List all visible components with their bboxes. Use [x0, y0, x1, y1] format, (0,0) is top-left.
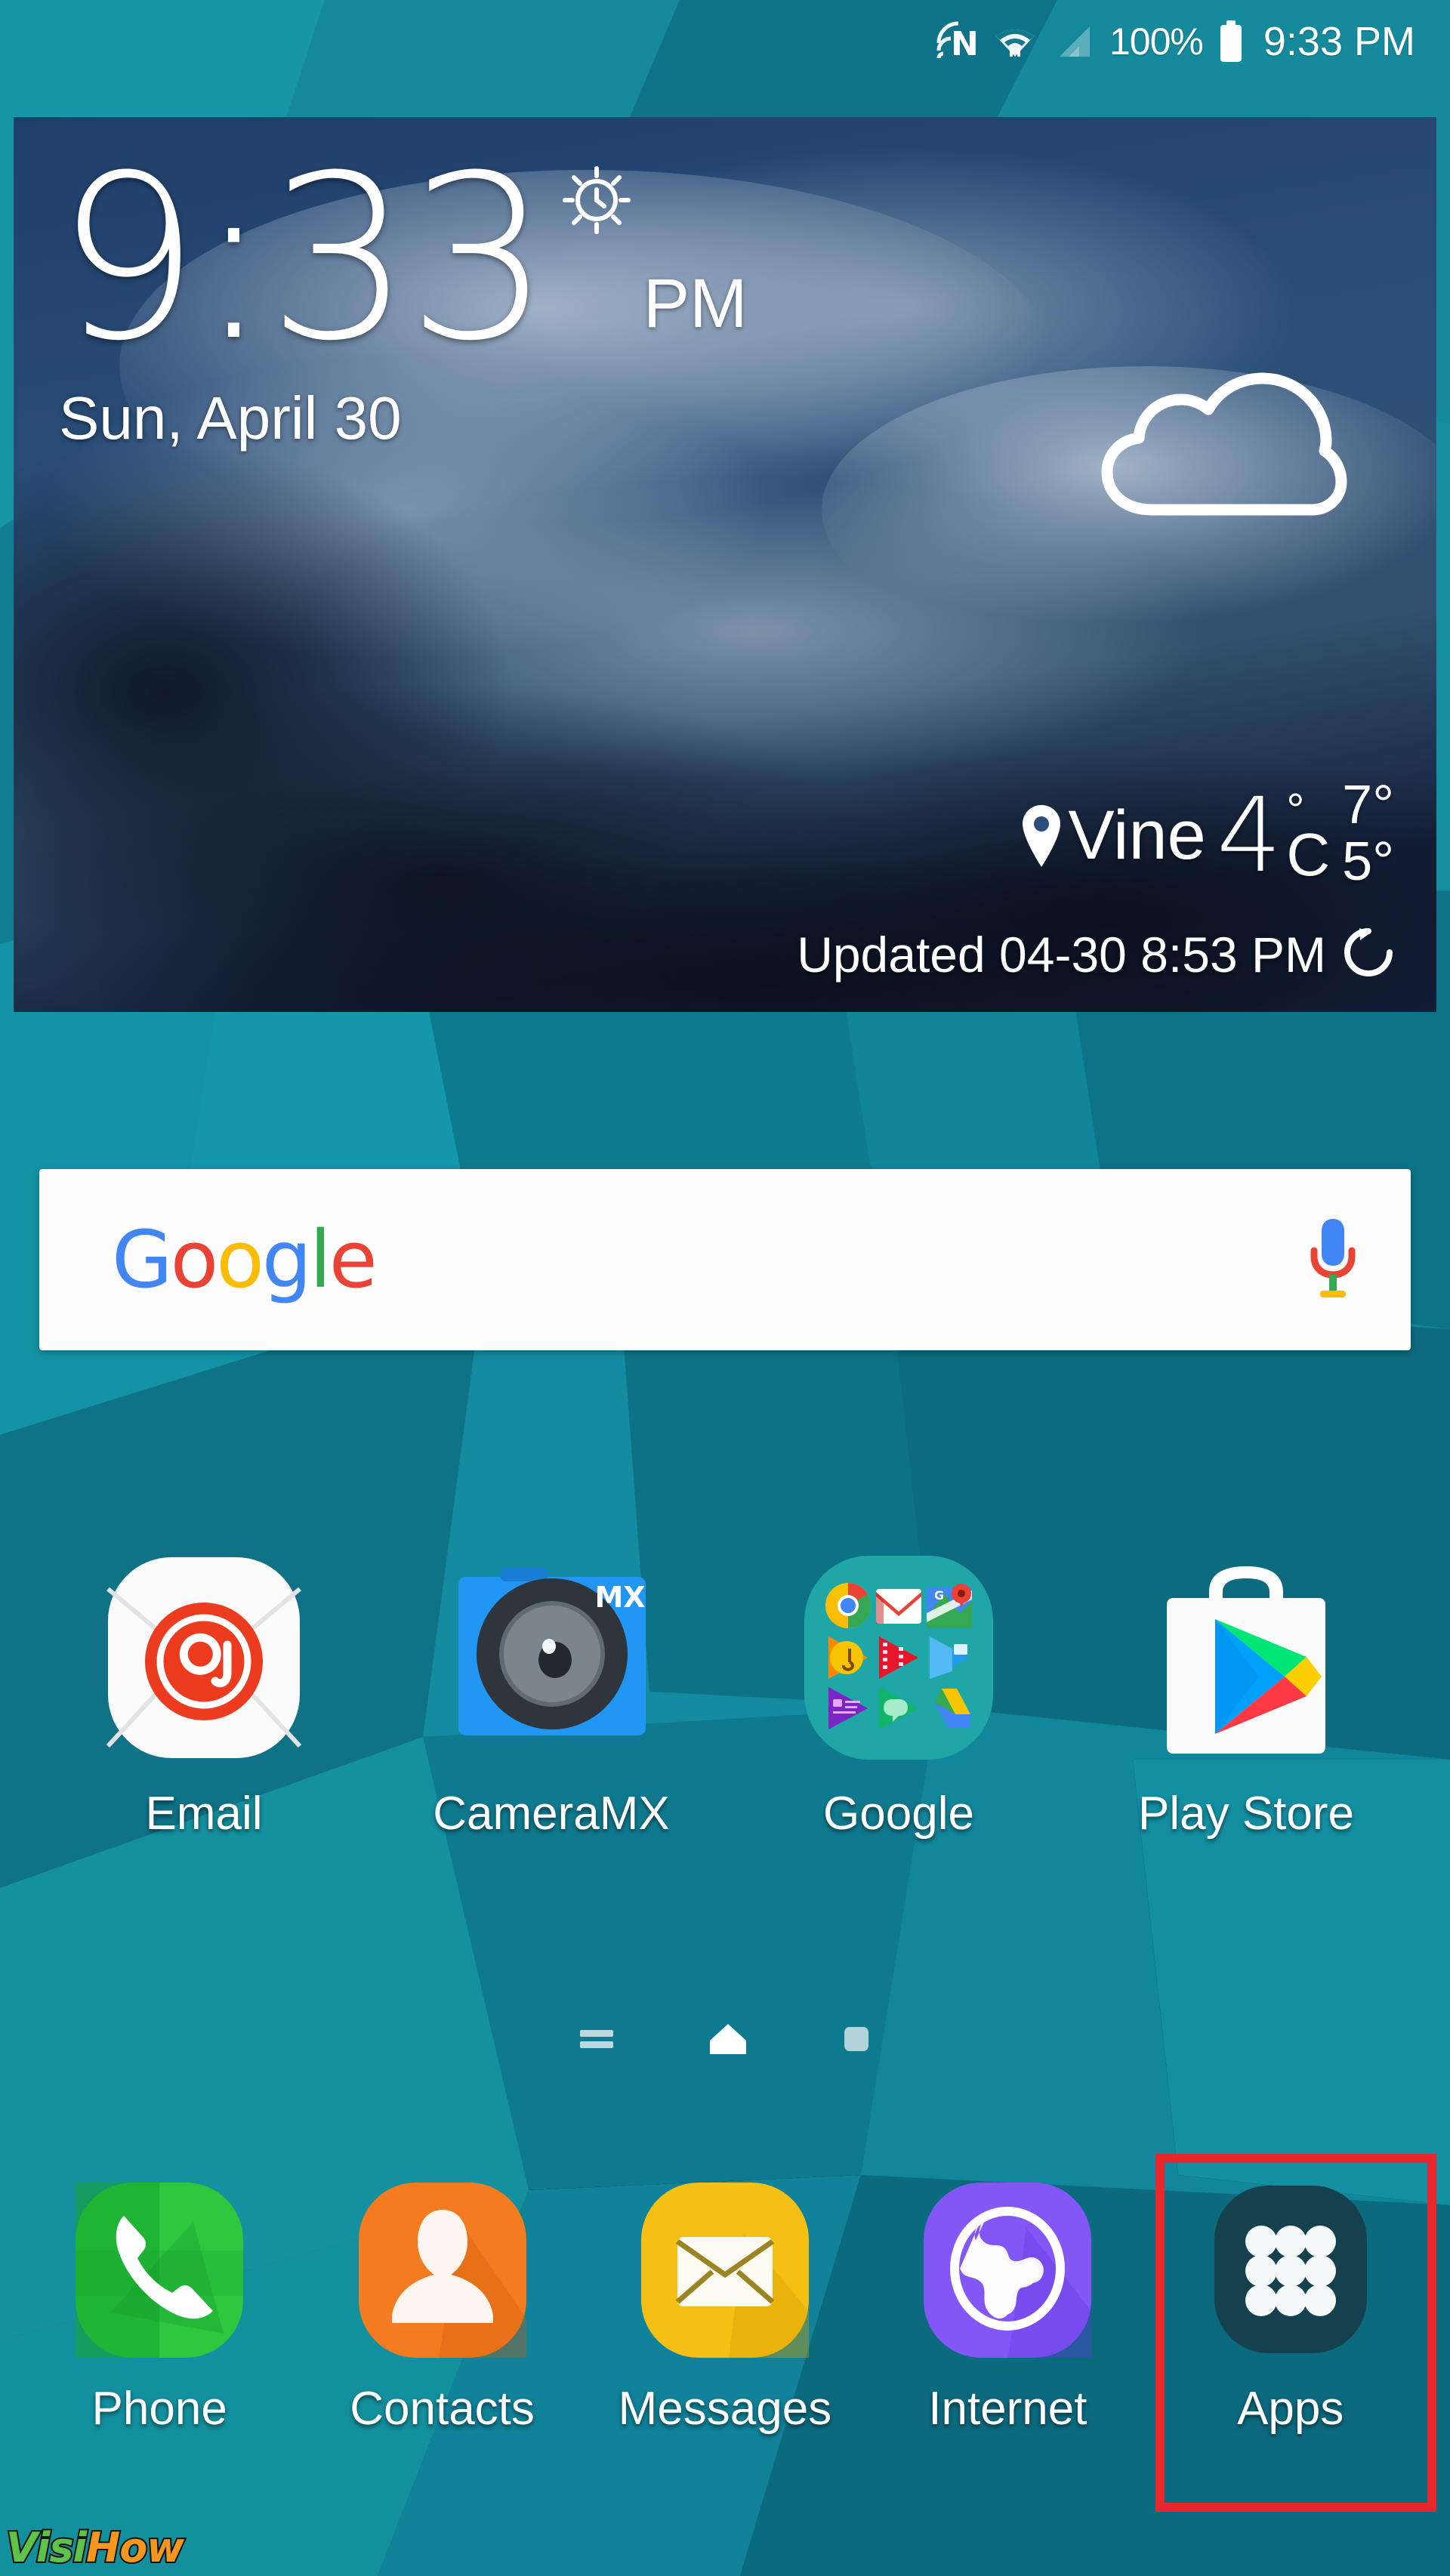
- camera-mx-icon[interactable]: MX: [442, 1548, 661, 1767]
- alarm-clock-icon: [560, 162, 633, 239]
- microphone-icon[interactable]: [1303, 1216, 1362, 1304]
- app-label: Google: [823, 1788, 974, 1840]
- page-dot-icon[interactable]: [840, 2022, 873, 2059]
- status-bar[interactable]: N 100% 9:33 PM: [0, 0, 1450, 83]
- watermark-part1: Visi: [5, 2522, 88, 2573]
- google-search-bar[interactable]: Google: [39, 1169, 1411, 1350]
- google-logo-letter-1: o: [170, 1214, 219, 1306]
- widget-weather-line[interactable]: Vine 4 ° C 7° 5°: [1020, 776, 1394, 896]
- camera-mx-badge: MX: [594, 1581, 645, 1614]
- messages-icon[interactable]: [631, 2175, 819, 2364]
- dock-label: Phone: [91, 2383, 227, 2435]
- widget-unit: C: [1286, 820, 1331, 888]
- svg-text:N: N: [951, 25, 978, 63]
- internet-icon[interactable]: [913, 2175, 1102, 2364]
- dock-label: Apps: [1237, 2383, 1344, 2435]
- apps-grid-icon[interactable]: [1196, 2175, 1385, 2364]
- app-item-google-folder[interactable]: G Google: [774, 1548, 1023, 1840]
- battery-percent-label: 100%: [1109, 20, 1204, 63]
- widget-updated-text: Updated 04-30 8:53 PM: [797, 926, 1326, 983]
- status-bar-clock: 9:33 PM: [1263, 19, 1415, 64]
- google-logo: Google: [112, 1214, 378, 1306]
- dock-label: Messages: [618, 2383, 832, 2435]
- wifi-icon: [993, 20, 1037, 63]
- battery-full-icon: [1218, 20, 1244, 63]
- dock-label: Internet: [928, 2383, 1088, 2435]
- cloudy-icon: [1098, 366, 1347, 529]
- home-page-icon[interactable]: [707, 2018, 749, 2064]
- widget-updated-row[interactable]: Updated 04-30 8:53 PM: [797, 924, 1397, 985]
- refresh-icon[interactable]: [1340, 924, 1397, 985]
- widget-high-low: 7° 5°: [1342, 777, 1394, 890]
- dock-item-messages[interactable]: Messages: [600, 2175, 850, 2436]
- app-label: Email: [145, 1788, 263, 1840]
- widget-high-temp: 7°: [1342, 775, 1394, 835]
- dock-label: Contacts: [350, 2383, 535, 2435]
- app-grid[interactable]: Email MX CameraMX G Google Play Store: [0, 1548, 1450, 1840]
- widget-time: 9:33: [56, 127, 551, 390]
- visihow-watermark: VisiHow: [5, 2522, 186, 2573]
- contacts-icon[interactable]: [348, 2175, 537, 2364]
- dock-item-internet[interactable]: Internet: [883, 2175, 1132, 2436]
- briefing-page-icon[interactable]: [577, 2019, 616, 2062]
- app-label: CameraMX: [433, 1788, 670, 1840]
- google-logo-letter-2: o: [216, 1214, 264, 1306]
- phone-icon[interactable]: [65, 2175, 254, 2364]
- nfc-icon: N: [936, 20, 978, 63]
- app-label: Play Store: [1137, 1788, 1355, 1840]
- google-logo-letter-4: l: [309, 1214, 332, 1306]
- app-item-email[interactable]: Email: [79, 1548, 329, 1840]
- dock-item-apps[interactable]: Apps: [1166, 2175, 1415, 2436]
- google-logo-letter-3: g: [261, 1214, 312, 1306]
- dock[interactable]: Phone Contacts Messages Internet Apps: [0, 2175, 1450, 2436]
- svg-text:G: G: [934, 1588, 944, 1603]
- watermark-part2: How: [85, 2522, 186, 2573]
- widget-ampm: PM: [643, 265, 748, 342]
- widget-city: Vine: [1068, 797, 1206, 875]
- app-item-cameramx[interactable]: MX CameraMX: [427, 1548, 676, 1840]
- dock-item-phone[interactable]: Phone: [35, 2175, 284, 2436]
- widget-unit-wrap: ° C: [1286, 787, 1331, 888]
- widget-low-temp: 5°: [1342, 831, 1394, 892]
- page-indicator[interactable]: [0, 2018, 1450, 2064]
- cellular-signal-icon: [1052, 20, 1094, 63]
- google-logo-letter-5: e: [329, 1214, 378, 1306]
- email-icon[interactable]: [94, 1548, 313, 1767]
- location-pin-icon: [1020, 802, 1063, 874]
- dock-item-contacts[interactable]: Contacts: [318, 2175, 567, 2436]
- app-item-play-store[interactable]: Play Store: [1121, 1548, 1371, 1840]
- play-store-icon[interactable]: [1137, 1548, 1356, 1767]
- widget-temperature: 4: [1216, 776, 1282, 896]
- clock-weather-widget[interactable]: 9:33 PM Sun, April 30 Vine 4 ° C 7° 5° U…: [14, 117, 1436, 1012]
- google-folder-icon[interactable]: G: [789, 1548, 1008, 1767]
- google-logo-letter-0: G: [112, 1214, 173, 1306]
- widget-clock-row[interactable]: 9:33 PM: [56, 127, 1394, 390]
